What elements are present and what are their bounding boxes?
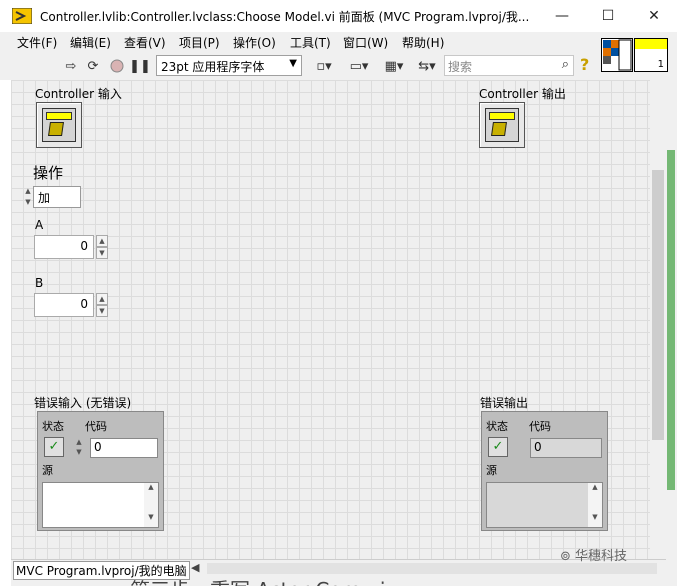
search-placeholder: 搜索 xyxy=(448,60,473,74)
search-icon[interactable]: ⌕ xyxy=(562,57,569,72)
wechat-icon: ⊚ xyxy=(560,549,571,564)
labview-logo-icon xyxy=(12,8,32,24)
resize-objects-icon[interactable]: ▦▾ xyxy=(380,57,408,75)
menu-view[interactable]: 查看(V) xyxy=(124,34,166,51)
chevron-down-icon[interactable]: ▼ xyxy=(588,513,602,521)
source-scrollbar[interactable]: ▲ ▼ xyxy=(144,483,158,527)
class-icon-bar xyxy=(489,112,515,120)
a-increment-buttons[interactable]: ▲ ▼ xyxy=(96,235,108,259)
error-in-source-field[interactable]: ▲ ▼ xyxy=(42,482,159,528)
abort-icon[interactable] xyxy=(108,57,126,75)
cube-icon xyxy=(491,122,507,136)
reorder-icon[interactable]: ⇆▾ xyxy=(415,57,439,75)
left-edge xyxy=(0,80,11,586)
error-in-status-label: 状态 xyxy=(42,420,64,433)
source-scrollbar[interactable]: ▲ ▼ xyxy=(588,483,602,527)
close-button[interactable]: ✕ xyxy=(631,0,677,32)
chevron-down-icon[interactable]: ▼ xyxy=(144,513,158,521)
connector-number: 1 xyxy=(657,59,664,70)
menu-bar: 文件(F) 编辑(E) 查看(V) 项目(P) 操作(O) 工具(T) 窗口(W… xyxy=(0,32,600,52)
labview-window: Controller.lvlib:Controller.lvclass:Choo… xyxy=(0,0,677,586)
horizontal-scrollbar[interactable] xyxy=(207,563,657,574)
error-in-status-checkbox[interactable]: ✓ xyxy=(44,437,64,457)
operation-ring-arrows[interactable]: ▲ ▼ xyxy=(23,186,33,208)
menu-window[interactable]: 窗口(W) xyxy=(343,34,388,51)
toolbar: ⇨ ⟳ ❚❚ 23pt 应用程序字体 ▼ ▫▾ ▭▾ ▦▾ ⇆▾ 搜索 ⌕ xyxy=(0,52,600,80)
a-label: A xyxy=(35,218,44,232)
context-help-icon[interactable]: ? xyxy=(580,55,596,75)
chevron-up-icon[interactable]: ▲ xyxy=(96,293,108,305)
chevron-down-icon[interactable]: ▼ xyxy=(96,305,108,317)
font-select[interactable]: 23pt 应用程序字体 ▼ xyxy=(156,55,302,76)
connector-pane[interactable] xyxy=(601,38,633,72)
controller-out-indicator xyxy=(479,102,525,148)
chevron-up-icon[interactable]: ▲ xyxy=(96,235,108,247)
connector-pane-icon xyxy=(603,39,632,71)
window-title: Controller.lvlib:Controller.lvclass:Choo… xyxy=(40,10,530,24)
error-out-status-label: 状态 xyxy=(486,420,508,433)
error-in-code-field[interactable]: 0 xyxy=(90,438,158,458)
background-caption: 第三步，重写 Actor Core.vi xyxy=(130,574,385,586)
error-out-label: 错误输出 xyxy=(480,396,529,410)
vertical-scrollbar[interactable] xyxy=(650,80,666,560)
watermark: ⊚ 华穗科技 xyxy=(560,545,627,564)
font-select-value: 23pt 应用程序字体 xyxy=(161,60,265,74)
chevron-down-icon[interactable]: ▼ xyxy=(23,197,33,208)
error-out-status-indicator: ✓ xyxy=(488,437,508,457)
error-in-code-arrows[interactable]: ▲ ▼ xyxy=(74,437,84,457)
background-window-strip xyxy=(667,150,675,490)
chevron-up-icon[interactable]: ▲ xyxy=(23,186,33,197)
error-in-source-label: 源 xyxy=(42,464,53,477)
title-bar: Controller.lvlib:Controller.lvclass:Choo… xyxy=(0,0,677,32)
b-label: B xyxy=(35,276,44,290)
chevron-up-icon[interactable]: ▲ xyxy=(74,437,84,447)
chevron-down-icon[interactable]: ▼ xyxy=(74,447,84,457)
scroll-thumb[interactable] xyxy=(652,170,664,440)
menu-operate[interactable]: 操作(O) xyxy=(233,34,276,51)
watermark-text: 华穗科技 xyxy=(575,549,628,564)
error-in-label: 错误输入 (无错误) xyxy=(34,396,132,410)
run-continuously-icon[interactable]: ⟳ xyxy=(84,57,102,75)
menu-file[interactable]: 文件(F) xyxy=(17,34,57,51)
controller-in-control[interactable] xyxy=(36,102,82,148)
error-out-code-field: 0 xyxy=(530,438,602,458)
chevron-down-icon[interactable]: ▼ xyxy=(96,247,108,259)
maximize-button[interactable]: ☐ xyxy=(585,0,631,32)
class-icon xyxy=(485,108,519,142)
b-increment-buttons[interactable]: ▲ ▼ xyxy=(96,293,108,317)
distribute-objects-icon[interactable]: ▭▾ xyxy=(345,57,373,75)
cube-icon xyxy=(48,122,64,136)
menu-tools[interactable]: 工具(T) xyxy=(290,34,331,51)
align-objects-icon[interactable]: ▫▾ xyxy=(310,57,338,75)
chevron-up-icon[interactable]: ▲ xyxy=(144,483,158,491)
a-numeric[interactable]: 0 xyxy=(34,235,94,259)
search-input[interactable]: 搜索 ⌕ xyxy=(444,55,574,76)
menu-edit[interactable]: 编辑(E) xyxy=(70,34,111,51)
class-icon-bar xyxy=(46,112,72,120)
front-panel[interactable]: Controller 输入 Controller 输出 操作 ▲ ▼ 加 A 0… xyxy=(11,80,666,560)
b-numeric[interactable]: 0 xyxy=(34,293,94,317)
error-out-cluster: 状态 代码 ✓ 0 源 ▲ ▼ xyxy=(481,411,608,531)
operation-ring[interactable]: 加 xyxy=(33,186,81,208)
controller-in-label: Controller 输入 xyxy=(35,87,122,101)
vi-icon-pane[interactable]: 1 xyxy=(634,38,668,72)
controller-out-label: Controller 输出 xyxy=(479,87,566,101)
class-icon xyxy=(42,108,76,142)
error-in-cluster: 状态 代码 ✓ ▲ ▼ 0 源 ▲ ▼ xyxy=(37,411,164,531)
chevron-left-icon[interactable]: ◀ xyxy=(191,561,199,574)
error-out-source-label: 源 xyxy=(486,464,497,477)
error-in-code-label: 代码 xyxy=(85,420,107,433)
minimize-button[interactable]: — xyxy=(539,0,585,32)
icon-banner xyxy=(635,39,667,49)
pause-icon[interactable]: ❚❚ xyxy=(129,57,151,75)
error-out-source-field: ▲ ▼ xyxy=(486,482,603,528)
chevron-up-icon[interactable]: ▲ xyxy=(588,483,602,491)
error-out-code-label: 代码 xyxy=(529,420,551,433)
run-arrow-icon[interactable]: ⇨ xyxy=(62,57,80,75)
menu-help[interactable]: 帮助(H) xyxy=(402,34,444,51)
menu-project[interactable]: 项目(P) xyxy=(179,34,220,51)
chevron-down-icon: ▼ xyxy=(289,58,297,69)
operation-label: 操作 xyxy=(33,164,64,182)
